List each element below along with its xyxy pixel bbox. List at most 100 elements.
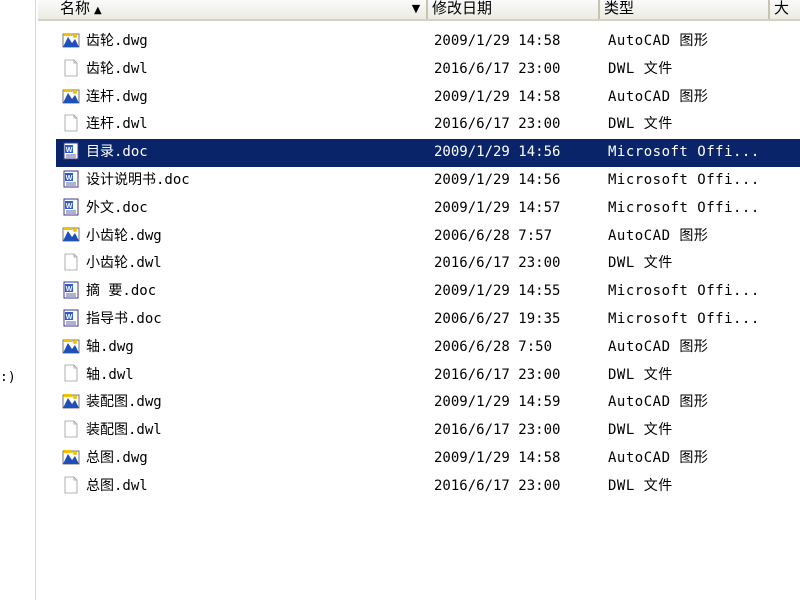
file-name-cell[interactable]: 连杆.dwg [62, 84, 148, 113]
file-name-cell[interactable]: 装配图.dwg [62, 389, 162, 418]
blank-file-icon [62, 114, 80, 132]
nav-pane-text-fragment: :) [0, 370, 16, 385]
file-row[interactable]: 小齿轮.dwl 2016/6/17 23:00 DWL 文件 [56, 250, 800, 278]
navigation-pane: :) [0, 0, 36, 600]
file-name-cell[interactable]: 轴.dwg [62, 334, 134, 363]
file-name: 目录.doc [86, 144, 148, 161]
blank-file-icon [62, 364, 80, 382]
file-date: 2009/1/29 14:56 [434, 144, 561, 161]
sort-ascending-icon: ▲ [94, 5, 102, 16]
file-date: 2006/6/28 7:57 [434, 227, 553, 244]
file-name: 装配图.dwl [86, 422, 162, 439]
file-row[interactable]: W 外文.doc 2009/1/29 14:57 Microsoft Offi... [56, 195, 800, 223]
autocad-dwg-icon [62, 31, 80, 49]
file-row[interactable]: 装配图.dwl 2016/6/17 23:00 DWL 文件 [56, 417, 800, 445]
file-name-cell[interactable]: W 指导书.doc [62, 306, 162, 335]
file-row[interactable]: 齿轮.dwl 2016/6/17 23:00 DWL 文件 [56, 56, 800, 84]
file-name-cell[interactable]: 装配图.dwl [62, 417, 162, 446]
column-header-name[interactable]: 名称 ▲ ▼ [38, 0, 428, 19]
file-row[interactable]: 连杆.dwg 2009/1/29 14:58 AutoCAD 图形 [56, 84, 800, 112]
file-row[interactable]: W 指导书.doc 2006/6/27 19:35 Microsoft Offi... [56, 306, 800, 334]
autocad-dwg-icon [62, 392, 80, 410]
file-date: 2009/1/29 14:58 [434, 33, 561, 49]
file-row[interactable]: 小齿轮.dwg 2006/6/28 7:57 AutoCAD 图形 [56, 223, 800, 251]
column-header-bar: 名称 ▲ ▼ 修改日期 类型 大 [38, 0, 800, 21]
word-doc-icon: W [62, 142, 80, 160]
file-type: Microsoft Offi... [608, 171, 760, 188]
file-row[interactable]: W 目录.doc 2009/1/29 14:56 Microsoft Offi... [56, 139, 800, 167]
file-type: DWL 文件 [608, 477, 673, 494]
chevron-down-icon[interactable]: ▼ [406, 0, 426, 18]
word-doc-icon: W [62, 170, 80, 188]
column-header-date-label: 修改日期 [432, 0, 493, 17]
file-name: 齿轮.dwl [86, 60, 148, 77]
file-name-cell[interactable]: W 摘 要.doc [62, 278, 156, 307]
file-name: 小齿轮.dwg [86, 227, 162, 244]
file-row[interactable]: 轴.dwg 2006/6/28 7:50 AutoCAD 图形 [56, 334, 800, 362]
file-type: AutoCAD 图形 [608, 338, 709, 355]
file-name-cell[interactable]: W 外文.doc [62, 195, 148, 224]
file-row[interactable]: 齿轮.dwg 2009/1/29 14:58 AutoCAD 图形 [56, 28, 800, 56]
file-name-cell[interactable]: 齿轮.dwg [62, 28, 148, 57]
file-row[interactable]: 总图.dwg 2009/1/29 14:58 AutoCAD 图形 [56, 445, 800, 473]
file-name-cell[interactable]: 总图.dwg [62, 445, 148, 474]
file-type: DWL 文件 [608, 366, 673, 383]
file-type: Microsoft Offi... [608, 199, 760, 216]
column-header-size[interactable]: 大 [770, 0, 800, 19]
file-name: 总图.dwg [86, 449, 148, 466]
file-type: AutoCAD 图形 [608, 33, 709, 49]
file-name: 连杆.dwg [86, 88, 148, 105]
file-date: 2009/1/29 14:58 [434, 88, 561, 105]
file-date: 2016/6/17 23:00 [434, 366, 561, 383]
svg-text:W: W [66, 175, 73, 182]
file-row[interactable]: 连杆.dwl 2016/6/17 23:00 DWL 文件 [56, 111, 800, 139]
file-date: 2009/1/29 14:58 [434, 449, 561, 466]
file-name-cell[interactable]: 齿轮.dwl [62, 56, 148, 85]
file-date: 2016/6/17 23:00 [434, 60, 561, 77]
blank-file-icon [62, 59, 80, 77]
file-name: 装配图.dwg [86, 394, 162, 411]
file-date: 2006/6/28 7:50 [434, 338, 553, 355]
file-name-cell[interactable]: 小齿轮.dwl [62, 250, 162, 279]
file-row[interactable]: W 摘 要.doc 2009/1/29 14:55 Microsoft Offi... [56, 278, 800, 306]
file-row[interactable]: 轴.dwl 2016/6/17 23:00 DWL 文件 [56, 362, 800, 390]
file-row[interactable]: W 设计说明书.doc 2009/1/29 14:56 Microsoft Offi.… [56, 167, 800, 195]
word-doc-icon: W [62, 198, 80, 216]
file-date: 2009/1/29 14:55 [434, 283, 561, 300]
file-name: 齿轮.dwg [86, 33, 148, 49]
autocad-dwg-icon [62, 448, 80, 466]
file-name-cell[interactable]: 连杆.dwl [62, 111, 148, 140]
file-type: AutoCAD 图形 [608, 394, 709, 411]
file-list: 齿轮.dwg 2009/1/29 14:58 AutoCAD 图形 齿轮.dwl 201… [56, 28, 800, 501]
svg-text:W: W [66, 147, 73, 154]
file-name: 轴.dwg [86, 338, 134, 355]
file-name: 指导书.doc [86, 310, 162, 327]
file-type: AutoCAD 图形 [608, 227, 709, 244]
file-date: 2016/6/17 23:00 [434, 422, 561, 439]
file-name-cell[interactable]: 小齿轮.dwg [62, 223, 162, 252]
file-name-cell[interactable]: W 设计说明书.doc [62, 167, 190, 196]
file-row[interactable]: 装配图.dwg 2009/1/29 14:59 AutoCAD 图形 [56, 389, 800, 417]
blank-file-icon [62, 420, 80, 438]
svg-text:W: W [66, 286, 73, 293]
file-type: AutoCAD 图形 [608, 449, 709, 466]
file-name-cell[interactable]: 总图.dwl [62, 473, 148, 502]
autocad-dwg-icon [62, 87, 80, 105]
file-row[interactable]: 总图.dwl 2016/6/17 23:00 DWL 文件 [56, 473, 800, 501]
column-header-type[interactable]: 类型 [600, 0, 770, 19]
file-name-cell[interactable]: W 目录.doc [62, 139, 148, 168]
column-header-name-label: 名称 [60, 0, 91, 17]
file-type: DWL 文件 [608, 255, 673, 272]
column-header-size-label: 大 [774, 0, 790, 17]
file-name-cell[interactable]: 轴.dwl [62, 362, 134, 391]
column-header-date[interactable]: 修改日期 [428, 0, 600, 19]
file-type: DWL 文件 [608, 60, 673, 77]
svg-text:W: W [66, 314, 73, 321]
file-name: 摘 要.doc [86, 283, 157, 300]
svg-text:W: W [66, 203, 73, 210]
file-type: AutoCAD 图形 [608, 88, 709, 105]
file-name: 小齿轮.dwl [86, 255, 162, 272]
file-date: 2009/1/29 14:56 [434, 171, 561, 188]
word-doc-icon: W [62, 309, 80, 327]
file-date: 2016/6/17 23:00 [434, 116, 561, 133]
